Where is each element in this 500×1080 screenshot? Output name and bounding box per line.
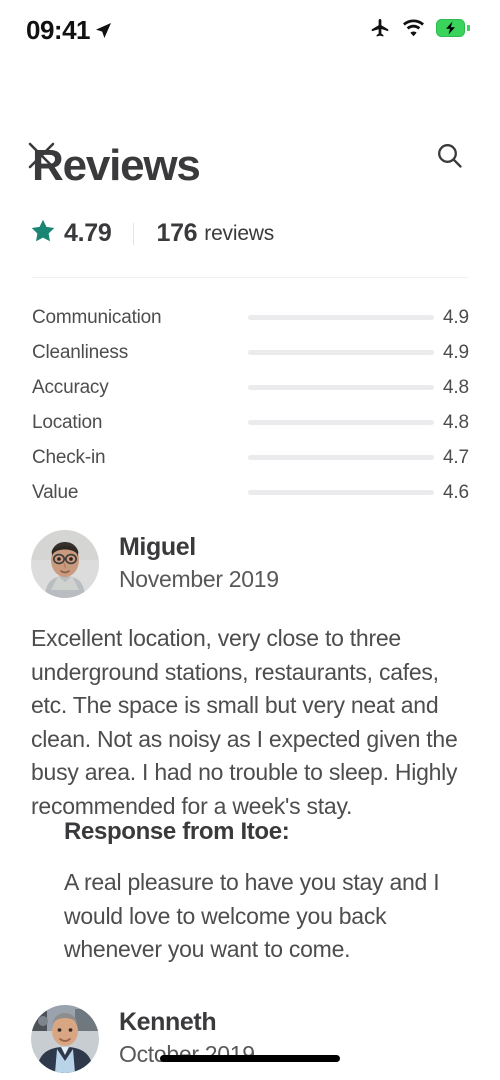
host-response: Response from Itoe: A real pleasure to ha… xyxy=(64,818,464,967)
review-item: Miguel November 2019 Excellent location, v… xyxy=(0,530,500,962)
battery-charging-icon xyxy=(436,18,472,42)
host-response-text: A real pleasure to have you stay and I w… xyxy=(64,869,440,962)
rating-category-label: Communication xyxy=(32,306,162,328)
reviewer-name: Miguel xyxy=(119,533,196,561)
status-icons xyxy=(369,17,472,44)
search-button[interactable] xyxy=(433,142,465,174)
rating-category-label: Cleanliness xyxy=(32,341,129,363)
rating-category-value: 4.9 xyxy=(443,341,469,363)
status-bar: 09:41 xyxy=(0,0,500,60)
review-count-value: 176 xyxy=(156,219,198,247)
rating-category-value: 4.6 xyxy=(443,481,469,503)
rating-category-value: 4.7 xyxy=(443,446,469,468)
review-header: KennethOctober 2019 xyxy=(0,1005,500,1077)
rating-category-label: Accuracy xyxy=(32,376,109,398)
rating-row: Location 4.8 xyxy=(0,405,500,440)
category-ratings-list: Communication 4.9 Cleanliness 4.9 Accuracy 4.… xyxy=(0,300,500,510)
rating-row: Communication 4.9 xyxy=(0,300,500,335)
avatar[interactable] xyxy=(31,1005,99,1073)
reviewer-name: Kenneth xyxy=(119,1008,217,1036)
rating-category-value: 4.9 xyxy=(443,306,469,328)
page-title: Reviews xyxy=(32,141,201,190)
status-time-group: 09:41 xyxy=(26,15,112,46)
nav-bar xyxy=(0,60,500,169)
review-header: Miguel November 2019 xyxy=(0,530,500,602)
rating-category-value: 4.8 xyxy=(443,411,469,433)
review-count-label: reviews xyxy=(204,221,275,245)
rating-bar-track xyxy=(248,420,434,425)
review-item: KennethOctober 2019 xyxy=(0,1005,500,1077)
rating-bar-track xyxy=(248,490,434,495)
rating-row: Accuracy 4.8 xyxy=(0,370,500,405)
rating-row: Check-in 4.7 xyxy=(0,440,500,475)
overall-rating-value: 4.79 xyxy=(64,219,112,247)
search-icon xyxy=(436,142,463,174)
review-text: Excellent location, very close to three … xyxy=(31,625,458,819)
star-icon xyxy=(30,218,56,249)
reviews-screen: 09:41 Reviews 4.79 176 reviews Communica… xyxy=(0,0,500,1080)
rating-bar-track xyxy=(248,350,434,355)
location-arrow-icon xyxy=(95,15,112,46)
review-date: November 2019 xyxy=(119,566,279,593)
rating-row: Cleanliness 4.9 xyxy=(0,335,500,370)
avatar[interactable] xyxy=(31,530,99,598)
home-indicator xyxy=(160,1055,340,1062)
host-response-title: Response from Itoe: xyxy=(64,818,290,845)
rating-bar-track xyxy=(248,385,434,390)
rating-category-label: Check-in xyxy=(32,446,106,468)
rating-category-label: Value xyxy=(32,481,79,503)
header-divider xyxy=(32,277,468,278)
reviewer-info: Miguel November 2019 xyxy=(119,532,279,595)
airplane-mode-icon xyxy=(369,17,391,44)
rating-row: Value 4.6 xyxy=(0,475,500,510)
rating-category-label: Location xyxy=(32,411,103,433)
rating-separator xyxy=(133,222,135,245)
rating-bar-track xyxy=(248,455,434,460)
wifi-icon xyxy=(402,19,425,42)
status-time: 09:41 xyxy=(26,14,91,45)
rating-bar-track xyxy=(248,315,434,320)
overall-rating: 4.79 176 reviews xyxy=(30,218,274,249)
rating-category-value: 4.8 xyxy=(443,376,469,398)
